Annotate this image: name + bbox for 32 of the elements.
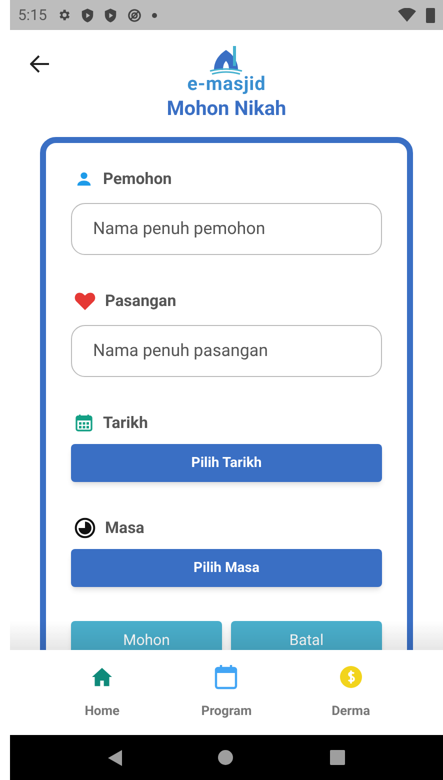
calendar-icon — [74, 413, 94, 433]
shield-icon — [80, 8, 94, 22]
text-input-field[interactable]: Nama penuh pasangan — [71, 325, 382, 377]
dot-icon — [152, 12, 157, 18]
clock-icon — [74, 517, 96, 539]
status-time: 5:15 — [18, 4, 47, 26]
dollar-coin-icon — [340, 664, 362, 690]
action-button[interactable]: Mohon — [71, 621, 222, 650]
field-label: Tarikh — [103, 412, 148, 434]
nav-tab[interactable]: Home — [57, 664, 148, 722]
home-circle-icon[interactable] — [218, 750, 234, 765]
shield-icon — [104, 8, 117, 22]
battery-icon — [426, 7, 435, 23]
nav-tab[interactable]: Derma — [306, 664, 396, 722]
back-arrow-icon — [30, 55, 50, 73]
picker-button[interactable]: Pilih Tarikh — [71, 444, 382, 482]
picker-button[interactable]: Pilih Masa — [71, 549, 382, 587]
recents-square-icon[interactable] — [330, 750, 345, 765]
nav-tab[interactable]: Program — [181, 664, 272, 722]
field-label: Masa — [105, 517, 144, 539]
back-triangle-icon[interactable] — [108, 750, 122, 766]
heart-icon — [74, 291, 96, 311]
field-label: Pasangan — [105, 290, 176, 312]
circle-icon — [126, 8, 142, 22]
logo-text: e-masjid — [187, 74, 266, 93]
calendar-icon — [214, 664, 238, 690]
gear-icon — [56, 8, 71, 22]
action-button[interactable]: Batal — [231, 621, 382, 650]
wifi-icon — [398, 8, 416, 22]
text-input-field[interactable]: Nama penuh pemohon — [71, 203, 382, 255]
page-title: Mohon Nikah — [166, 95, 288, 122]
field-label: Pemohon — [103, 168, 172, 190]
